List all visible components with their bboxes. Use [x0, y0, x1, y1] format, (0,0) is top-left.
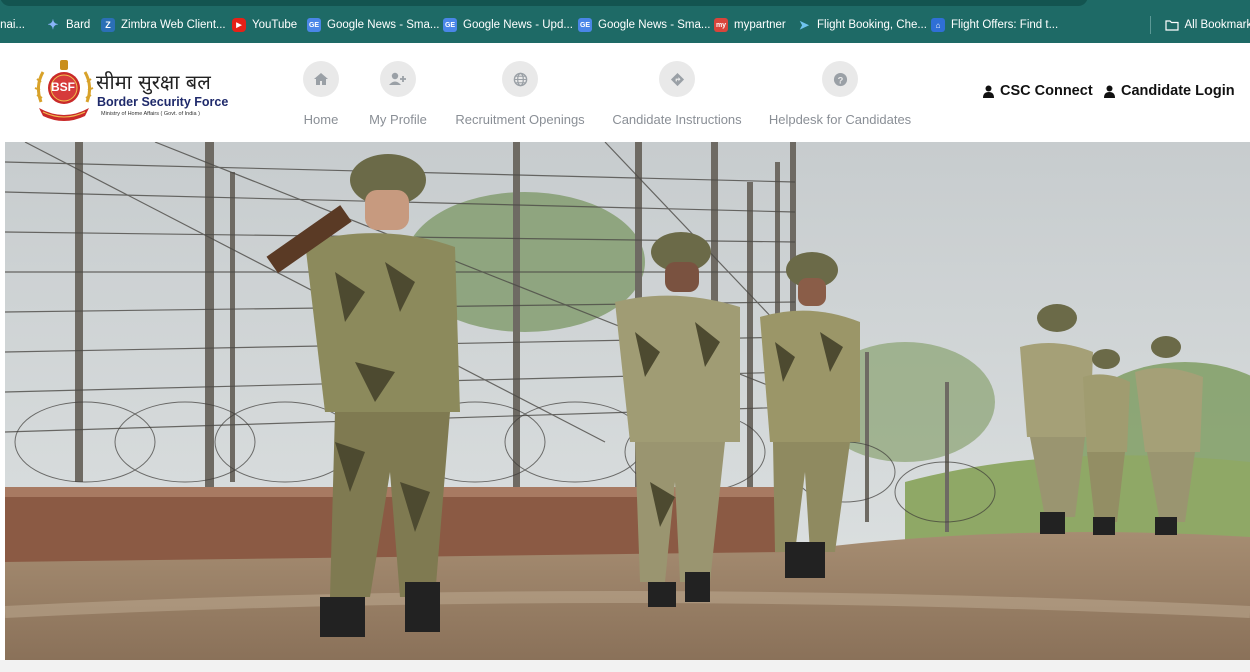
nav-recruitment-openings[interactable]: Recruitment Openings: [455, 43, 585, 143]
bookmark-label: Benai...: [0, 19, 25, 31]
google-news-icon: GE: [307, 18, 321, 32]
divider: [1149, 16, 1151, 34]
bookmarks-bar: Benai... ✦ Bard Z Zimbra Web Client... ▶…: [0, 0, 1250, 43]
nav-candidate-instructions[interactable]: Candidate Instructions: [612, 43, 742, 143]
hero-banner-image: [5, 142, 1250, 660]
user-icon: [983, 85, 994, 98]
directions-icon: [670, 72, 684, 86]
candidate-login-label: Candidate Login: [1121, 83, 1235, 99]
nav-icon-circle: [659, 61, 695, 97]
bookmark-label: Google News - Upd...: [463, 19, 573, 31]
address-bar-edge: [0, 0, 1088, 6]
nav-label: Recruitment Openings: [455, 112, 585, 127]
csc-connect-label: CSC Connect: [1000, 83, 1093, 99]
nav-label: Helpdesk for Candidates: [768, 112, 912, 127]
flight-offers-icon: ⌂: [931, 18, 945, 32]
bookmark-label: Bard: [66, 19, 91, 31]
hero-soldiers-patrol-image: [5, 142, 1250, 660]
nav-my-profile[interactable]: My Profile: [368, 43, 428, 143]
bookmark-label: mypartner: [734, 19, 786, 31]
bookmark-label: YouTube: [252, 19, 298, 31]
bsf-logo[interactable]: BSF सीमा सुरक्षा बल Border Security Forc…: [33, 58, 233, 130]
nav-icon-circle: ?: [822, 61, 858, 97]
user-plus-icon: [389, 72, 406, 85]
nav-icon-circle: [502, 61, 538, 97]
bookmark-zimbra[interactable]: Z Zimbra Web Client...: [101, 14, 226, 36]
google-news-icon: GE: [578, 18, 592, 32]
nav-icon-circle: [303, 61, 339, 97]
home-icon: [314, 73, 328, 85]
google-news-icon: GE: [443, 18, 457, 32]
svg-text:?: ?: [837, 75, 843, 85]
nav-label: My Profile: [369, 112, 427, 127]
youtube-icon: ▶: [232, 18, 246, 32]
bookmark-item[interactable]: Benai...: [0, 14, 25, 36]
bookmark-google-news-3[interactable]: GE Google News - Sma...: [578, 14, 710, 36]
user-icon: [1104, 85, 1115, 98]
csc-connect-link[interactable]: CSC Connect: [983, 83, 1093, 99]
bookmark-label: Zimbra Web Client...: [121, 19, 226, 31]
nav-label: Home: [303, 112, 339, 127]
page-bottom-strip: [0, 660, 1250, 672]
candidate-login-link[interactable]: Candidate Login: [1104, 83, 1235, 99]
mypartner-icon: my: [714, 18, 728, 32]
logo-ministry: Ministry of Home Affairs ( Govt. of Indi…: [101, 111, 200, 117]
bookmark-label: Google News - Sma...: [327, 19, 440, 31]
bard-sparkle-icon: ✦: [47, 17, 59, 32]
logo-english-name: Border Security Force: [97, 95, 229, 109]
logo-badge-text: BSF: [51, 80, 75, 94]
folder-icon: [1164, 20, 1179, 31]
bookmark-flight-booking[interactable]: ➤ Flight Booking, Che...: [797, 14, 927, 36]
bookmark-google-news-1[interactable]: GE Google News - Sma...: [307, 14, 439, 36]
nav-home[interactable]: Home: [302, 43, 340, 143]
bookmark-label: Flight Offers: Find t...: [951, 19, 1059, 31]
globe-icon: [513, 72, 527, 86]
bookmark-label: Flight Booking, Che...: [817, 19, 927, 31]
question-icon: ?: [833, 72, 847, 86]
bookmark-label: Google News - Sma...: [598, 19, 711, 31]
nav-label: Candidate Instructions: [612, 112, 742, 127]
all-bookmarks-label: All Bookmarks: [1184, 19, 1250, 31]
bookmark-google-news-2[interactable]: GE Google News - Upd...: [443, 14, 573, 36]
site-header: BSF सीमा सुरक्षा बल Border Security Forc…: [0, 43, 1250, 143]
nav-icon-circle: [380, 61, 416, 97]
bookmark-bard[interactable]: ✦ Bard: [46, 14, 91, 36]
zimbra-icon: Z: [101, 18, 115, 32]
bookmark-youtube[interactable]: ▶ YouTube: [232, 14, 297, 36]
bookmark-mypartner[interactable]: my mypartner: [714, 14, 786, 36]
all-bookmarks-button[interactable]: All Bookmarks: [1149, 14, 1250, 36]
flight-icon: ➤: [798, 18, 810, 32]
nav-helpdesk[interactable]: ? Helpdesk for Candidates: [768, 43, 912, 143]
bookmark-flight-offers[interactable]: ⌂ Flight Offers: Find t...: [931, 14, 1058, 36]
logo-hindi-name: सीमा सुरक्षा बल: [96, 70, 211, 94]
